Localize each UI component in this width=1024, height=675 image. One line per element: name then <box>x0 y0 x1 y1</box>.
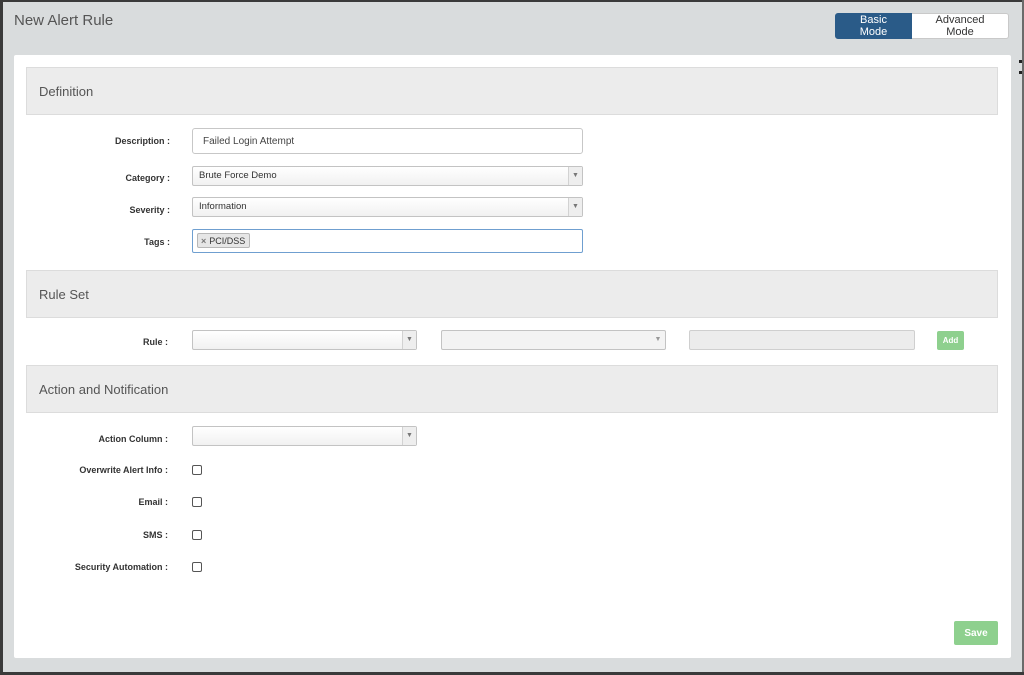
window-frame-left <box>0 0 3 675</box>
category-selected-value: Brute Force Demo <box>199 170 277 181</box>
add-rule-button[interactable]: Add <box>937 331 964 350</box>
action-section-header: Action and Notification <box>26 365 998 413</box>
tag-chip: × PCI/DSS <box>197 233 251 248</box>
email-checkbox[interactable] <box>192 497 202 507</box>
chevron-down-icon: ▼ <box>654 336 662 343</box>
security-automation-checkbox[interactable] <box>192 562 202 572</box>
rule-operator-select[interactable]: ▼ <box>441 330 666 350</box>
save-button[interactable]: Save <box>954 621 998 645</box>
alert-rule-form: Definition Description : Category : Brut… <box>14 55 1011 658</box>
tag-label: PCI/DSS <box>209 235 246 246</box>
severity-selected-value: Information <box>199 201 247 212</box>
chevron-down-icon: ▼ <box>402 331 416 349</box>
severity-label: Severity : <box>129 205 170 215</box>
tags-input[interactable]: × PCI/DSS <box>192 229 583 253</box>
description-label: Description : <box>114 136 170 146</box>
rule-field-select[interactable]: ▼ <box>192 330 417 350</box>
category-select[interactable]: Brute Force Demo ▼ <box>192 166 583 186</box>
advanced-mode-button[interactable]: Advanced Mode <box>912 13 1009 39</box>
action-column-label: Action Column : <box>98 434 169 444</box>
chevron-down-icon: ▼ <box>568 198 582 216</box>
action-heading: Action and Notification <box>39 382 169 397</box>
category-label: Category : <box>125 173 170 183</box>
edge-handle <box>1019 60 1022 78</box>
overwrite-alert-info-checkbox[interactable] <box>192 465 202 475</box>
rule-set-heading: Rule Set <box>39 287 89 302</box>
email-label: Email : <box>138 497 168 507</box>
sms-checkbox[interactable] <box>192 530 202 540</box>
mode-toggle: Basic Mode Advanced Mode <box>835 13 1009 39</box>
rule-label: Rule : <box>142 337 168 347</box>
security-automation-label: Security Automation : <box>74 562 168 572</box>
overwrite-alert-info-label: Overwrite Alert Info : <box>79 465 168 475</box>
definition-section-header: Definition <box>26 67 998 115</box>
action-column-select[interactable]: ▼ <box>192 426 417 446</box>
basic-mode-button[interactable]: Basic Mode <box>835 13 912 39</box>
severity-select[interactable]: Information ▼ <box>192 197 583 217</box>
remove-tag-icon[interactable]: × <box>201 236 206 246</box>
page-title: New Alert Rule <box>14 12 114 29</box>
tags-label: Tags : <box>144 237 170 247</box>
chevron-down-icon: ▼ <box>568 167 582 185</box>
rule-value-input[interactable] <box>689 330 915 350</box>
definition-heading: Definition <box>39 84 94 99</box>
window-frame-top <box>0 0 1024 2</box>
sms-label: SMS : <box>142 530 168 540</box>
description-input[interactable] <box>192 128 583 154</box>
chevron-down-icon: ▼ <box>402 427 416 445</box>
rule-set-section-header: Rule Set <box>26 270 998 318</box>
